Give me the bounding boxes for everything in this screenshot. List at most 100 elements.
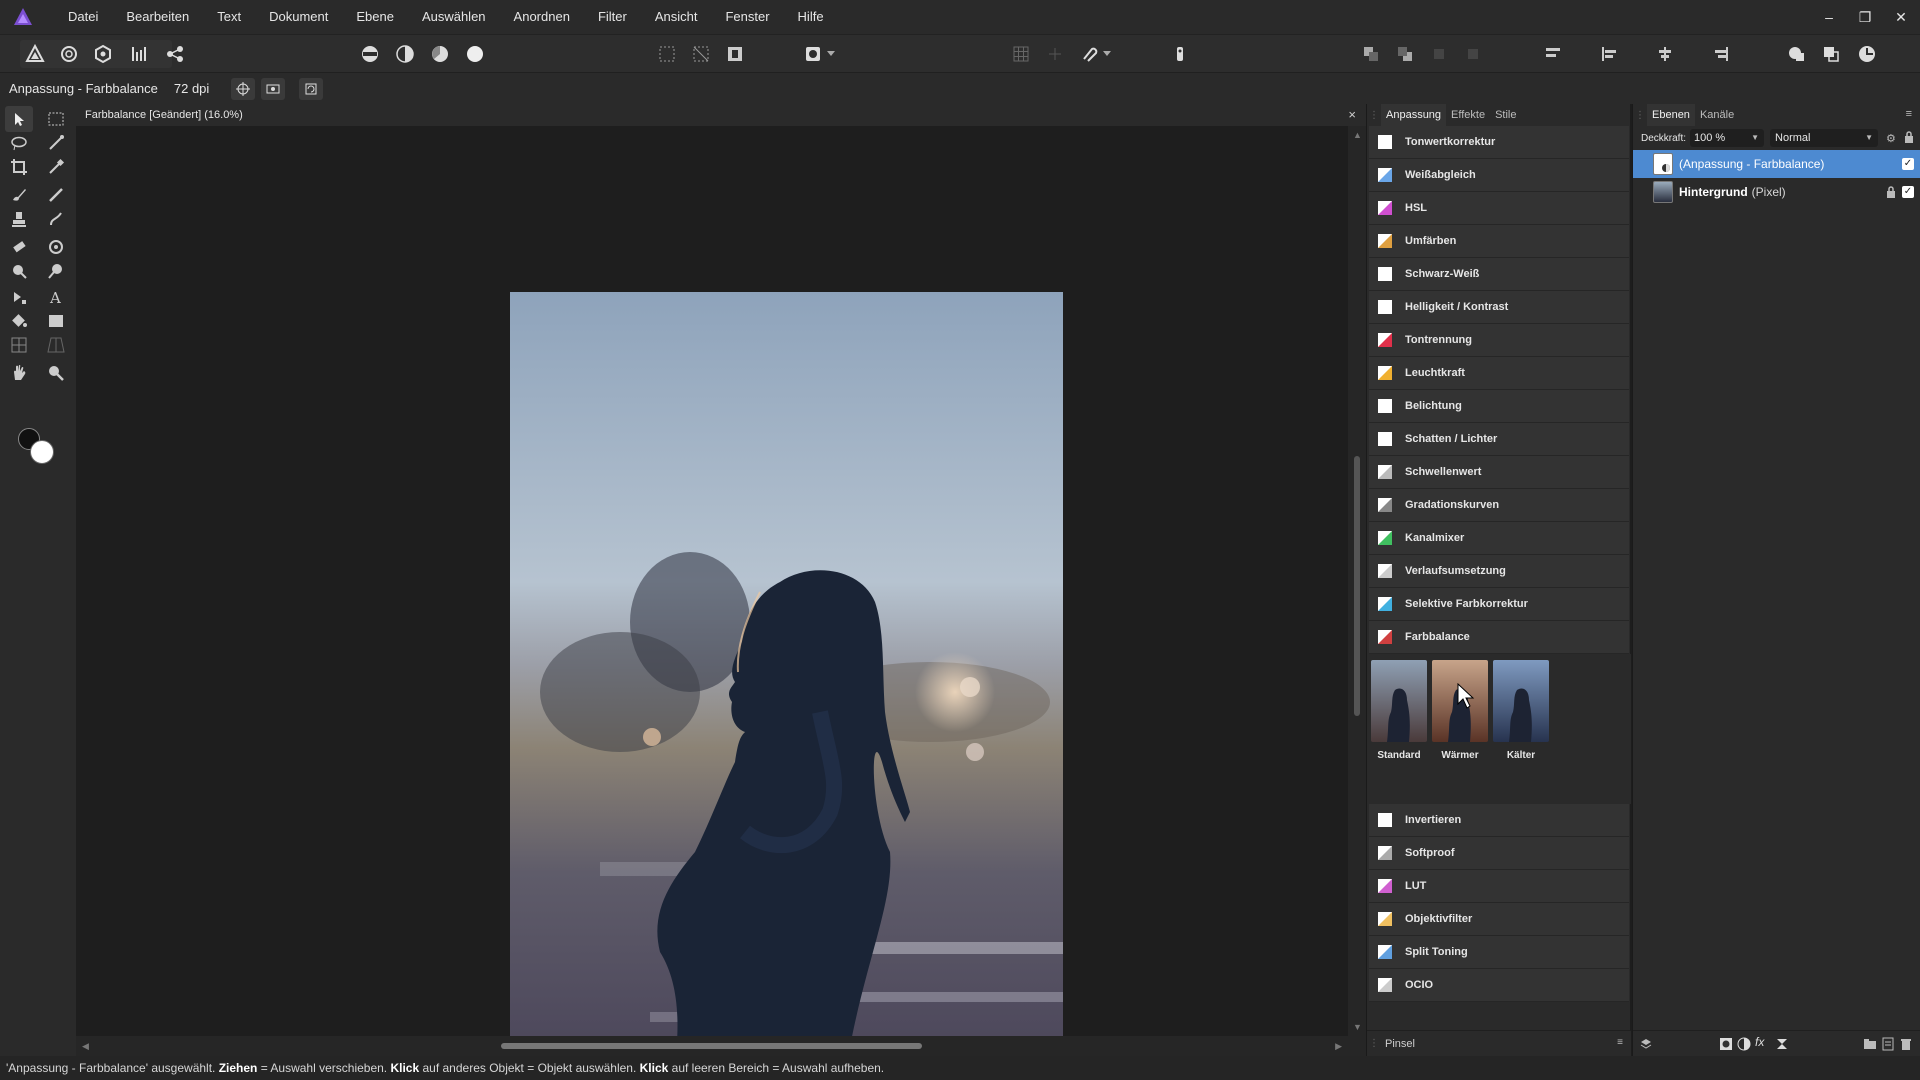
adjustment-item[interactable]: OCIO [1369, 969, 1629, 1002]
layer-visibility-checkbox[interactable]: ✓ [1902, 186, 1914, 198]
tab-anpassung[interactable]: Anpassung [1381, 104, 1447, 126]
invert-selection-icon[interactable] [722, 41, 748, 67]
paint-brush-icon[interactable] [5, 182, 33, 208]
photo-persona-icon[interactable] [22, 41, 48, 67]
secondary-color-swatch[interactable] [30, 440, 54, 464]
adjustment-item[interactable]: Leuchtkraft [1369, 357, 1629, 390]
layer-settings-gear-icon[interactable]: ⚙ [1886, 132, 1896, 145]
snapping-options-icon[interactable] [1042, 41, 1068, 67]
tab-stile[interactable]: Stile [1490, 104, 1521, 126]
menu-anordnen[interactable]: Anordnen [500, 0, 584, 34]
rectangle-tool-icon[interactable] [42, 308, 70, 334]
marquee-select-icon[interactable] [654, 41, 680, 67]
marquee-tool-icon[interactable] [42, 106, 70, 132]
node-tool-icon[interactable] [5, 284, 33, 310]
auto-white-balance-icon[interactable] [462, 41, 488, 67]
close-document-button[interactable]: × [1348, 107, 1356, 122]
align-top-icon[interactable] [1540, 41, 1566, 67]
menu-hilfe[interactable]: Hilfe [784, 0, 838, 34]
adjustment-item[interactable]: LUT [1369, 870, 1629, 903]
canvas-area[interactable] [76, 126, 1348, 1080]
mask-layer-icon[interactable] [1719, 1037, 1733, 1051]
layers-panel-grip-icon[interactable]: ⋮ [1633, 104, 1647, 126]
transform-origin-icon[interactable] [231, 77, 256, 100]
lock-icon[interactable] [1904, 130, 1914, 146]
vertical-scrollbar[interactable]: ▲ ▼ [1348, 126, 1366, 1036]
menu-bearbeiten[interactable]: Bearbeiten [112, 0, 203, 34]
restore-button[interactable]: ❐ [1854, 6, 1876, 28]
crop-tool-icon[interactable] [5, 154, 33, 180]
export-persona-icon[interactable] [162, 41, 188, 67]
vertical-scroll-thumb[interactable] [1354, 456, 1360, 716]
scroll-down-icon[interactable]: ▼ [1353, 1022, 1362, 1032]
align-right-icon[interactable] [1708, 41, 1734, 67]
auto-contrast-icon[interactable] [392, 41, 418, 67]
opacity-dropdown-icon[interactable]: ▼ [1751, 129, 1759, 147]
tab-effekte[interactable]: Effekte [1446, 104, 1490, 126]
smudge-tool-icon[interactable] [42, 206, 70, 232]
adjustment-item[interactable]: Weißabgleich [1369, 159, 1629, 192]
dodge-tool-icon[interactable] [42, 234, 70, 260]
eraser-tool-icon[interactable] [5, 234, 33, 260]
blend-mode-select[interactable]: Normal ▼ [1770, 129, 1879, 147]
sponge-tool-icon[interactable] [42, 258, 70, 284]
layer-row-farbbalance[interactable]: (Anpassung - Farbbalance) ✓ [1633, 150, 1920, 178]
panel-menu-icon[interactable]: ≡ [1617, 1037, 1623, 1048]
quick-mask-dropdown-icon[interactable] [824, 41, 838, 67]
adjustment-item[interactable]: Softproof [1369, 837, 1629, 870]
adjustment-item[interactable]: Tontrennung [1369, 324, 1629, 357]
color-swatches[interactable] [18, 428, 58, 468]
live-filter-icon[interactable] [1775, 1037, 1789, 1051]
blur-tool-icon[interactable] [5, 258, 33, 284]
context-help-icon[interactable] [1167, 41, 1193, 67]
fill-tool-icon[interactable] [5, 308, 33, 334]
adjustment-item[interactable]: Selektive Farbkorrektur [1369, 588, 1629, 621]
layers-panel-menu-icon[interactable]: ≡ [1906, 108, 1912, 120]
boolean-subtract-icon[interactable] [1818, 41, 1844, 67]
link-transform-icon[interactable] [261, 77, 286, 100]
align-left-icon[interactable] [1596, 41, 1622, 67]
scroll-left-icon[interactable]: ◀ [82, 1041, 89, 1052]
liquify-persona-icon[interactable] [56, 41, 82, 67]
blend-mode-dropdown-icon[interactable]: ▼ [1865, 129, 1873, 147]
snapping-dropdown-icon[interactable] [1100, 41, 1114, 67]
arrange-backmost-icon[interactable] [1460, 41, 1486, 67]
brush-panel-grip-icon[interactable]: ⋮ [1367, 1033, 1381, 1055]
menu-ebene[interactable]: Ebene [342, 0, 408, 34]
perspective-tool-icon[interactable] [42, 332, 70, 358]
menu-auswaehlen[interactable]: Auswählen [408, 0, 500, 34]
deselect-icon[interactable] [688, 41, 714, 67]
adjustment-item[interactable]: Farbbalance [1369, 621, 1629, 654]
clone-stamp-icon[interactable] [5, 206, 33, 232]
opacity-field[interactable]: 100 % ▼ [1690, 129, 1765, 147]
auto-colors-icon[interactable] [427, 41, 453, 67]
adjustment-item[interactable]: Invertieren [1369, 804, 1629, 837]
quick-mask-icon[interactable] [800, 41, 826, 67]
panel-grip-icon[interactable]: ⋮ [1367, 104, 1381, 126]
adjustment-item[interactable]: Split Toning [1369, 936, 1629, 969]
view-tool-icon[interactable] [5, 360, 33, 386]
add-group-icon[interactable] [1863, 1037, 1877, 1051]
arrange-back-icon[interactable] [1358, 41, 1384, 67]
menu-text[interactable]: Text [203, 0, 255, 34]
menu-dokument[interactable]: Dokument [255, 0, 342, 34]
layer-effects-icon[interactable]: fx [1755, 1035, 1769, 1049]
document-tab[interactable]: Farbbalance [Geändert] (16.0%) × [76, 104, 1366, 126]
layer-lock-icon[interactable] [1886, 186, 1896, 198]
preset-thumbnail[interactable] [1493, 660, 1549, 742]
adjustment-item[interactable]: Verlaufsumsetzung [1369, 555, 1629, 588]
scroll-up-icon[interactable]: ▲ [1353, 130, 1362, 140]
delete-layer-icon[interactable] [1899, 1037, 1913, 1051]
adjustment-item[interactable]: Schatten / Lichter [1369, 423, 1629, 456]
mesh-warp-icon[interactable] [5, 332, 33, 358]
snapping-magnet-icon[interactable] [1076, 41, 1102, 67]
adjustment-item[interactable]: Helligkeit / Kontrast [1369, 291, 1629, 324]
menu-fenster[interactable]: Fenster [711, 0, 783, 34]
adjustment-item[interactable]: Umfärben [1369, 225, 1629, 258]
preset-thumbnail[interactable] [1371, 660, 1427, 742]
tab-ebenen[interactable]: Ebenen [1647, 104, 1695, 126]
boolean-intersect-icon[interactable] [1854, 41, 1880, 67]
horizontal-scrollbar[interactable]: ◀ ▶ [76, 1036, 1366, 1056]
snapping-grid-icon[interactable] [1008, 41, 1034, 67]
arrange-forward-icon[interactable] [1392, 41, 1418, 67]
